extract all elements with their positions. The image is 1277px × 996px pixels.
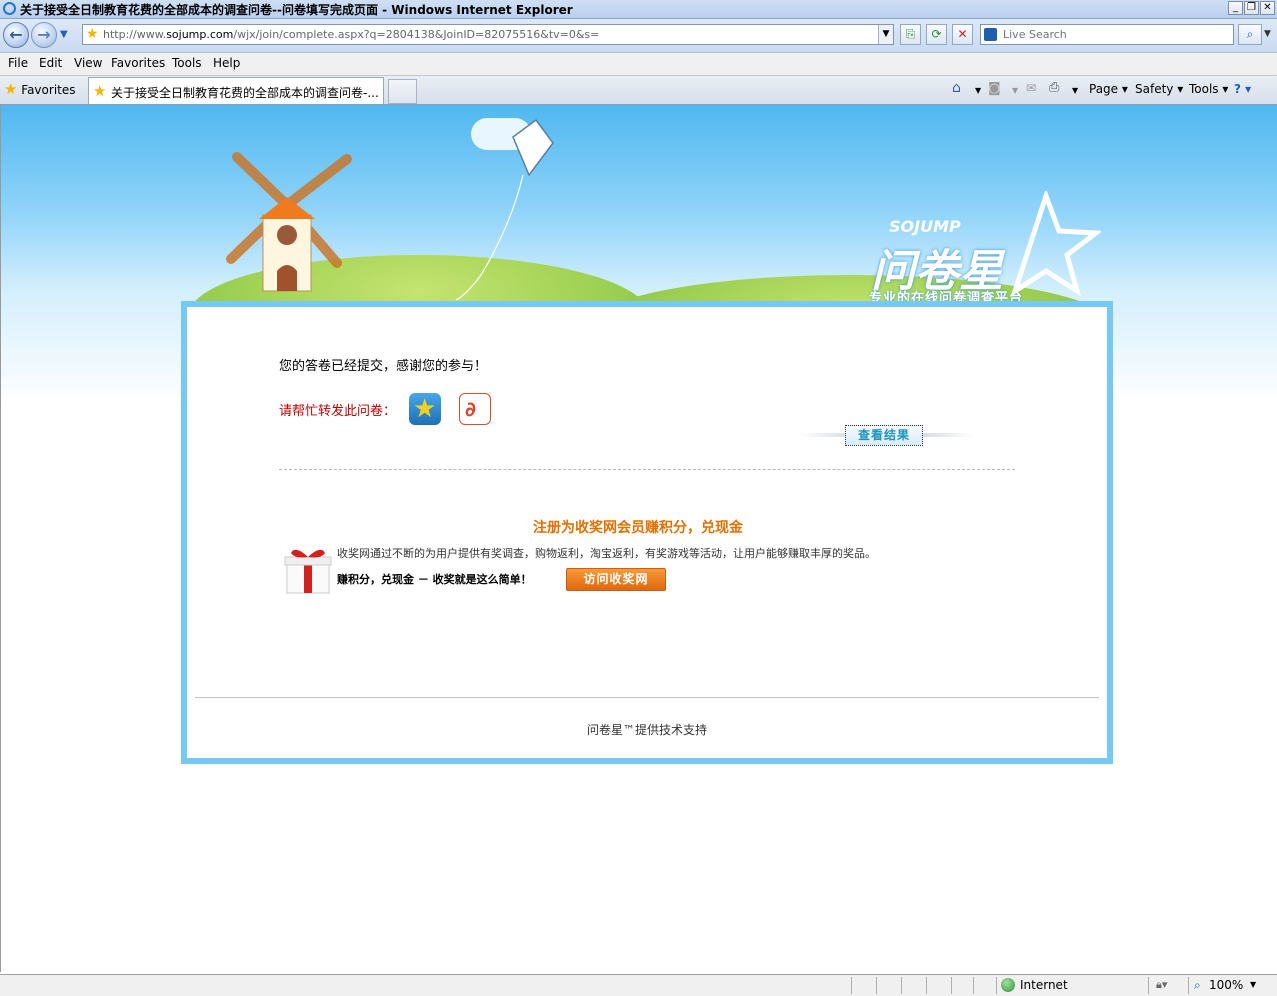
gift-box-icon: [284, 549, 332, 594]
home-icon[interactable]: ⌂: [952, 80, 961, 96]
address-dropdown-icon[interactable]: ▼: [878, 25, 893, 44]
promo-slogan: 赚积分，兑现金 － 收奖就是这么简单！: [337, 573, 532, 586]
completion-card: 您的答卷已经提交，感谢您的参与！ 请帮忙转发此问卷： ★ ∂ 查看结果 注册为收…: [181, 301, 1113, 764]
menu-tools[interactable]: Tools: [172, 56, 202, 70]
refresh-button[interactable]: ⟳: [926, 24, 947, 45]
zoom-icon: ⌕: [1194, 978, 1201, 992]
favorites-button[interactable]: ★ Favorites: [4, 80, 76, 98]
search-icon[interactable]: ⌕: [1238, 24, 1262, 45]
status-bar: Internet 🔒︎▾ ⌕ 100% ▼: [0, 974, 1277, 996]
address-url[interactable]: http://www.sojump.com/wjx/join/complete.…: [103, 28, 599, 41]
tab-active[interactable]: ★ 关于接受全日制教育花费的全部成本的调查问卷-...: [88, 77, 384, 104]
compatibility-view-button[interactable]: ⎘: [900, 24, 921, 45]
promo-title: 注册为收奖网会员赚积分，兑现金: [533, 520, 743, 536]
menu-favorites[interactable]: Favorites: [111, 56, 165, 70]
recent-pages-dropdown-icon[interactable]: ▼: [60, 29, 68, 40]
weibo-share-icon[interactable]: ∂: [459, 393, 491, 425]
forward-button[interactable]: →: [31, 22, 57, 48]
window-title-bar: 关于接受全日制教育花费的全部成本的调查问卷--问卷填写完成页面 - Window…: [0, 0, 1277, 19]
share-label: 请帮忙转发此问卷：: [279, 404, 397, 419]
menu-view[interactable]: View: [74, 56, 102, 70]
page-menu[interactable]: Page ▾: [1089, 82, 1128, 96]
back-button[interactable]: ←: [3, 22, 29, 48]
minimize-button[interactable]: _: [1228, 1, 1243, 15]
web-page: SOJUMP 问卷星 专业的在线问卷调查平台 您的答卷已经提交，感谢您的参与！ …: [0, 105, 1277, 972]
status-separator: [926, 977, 927, 994]
tab-bar: ★ Favorites ★ 关于接受全日制教育花费的全部成本的调查问卷-... …: [0, 76, 1277, 105]
help-menu[interactable]: ? ▾: [1234, 82, 1251, 96]
footer-divider: [195, 697, 1099, 698]
stop-button[interactable]: ✕: [952, 24, 973, 45]
status-separator: [1188, 977, 1189, 994]
windmill-illustration: [226, 152, 352, 292]
star-icon: ★: [413, 394, 437, 424]
view-results-button[interactable]: 查看结果: [845, 425, 923, 446]
menu-file[interactable]: File: [8, 56, 28, 70]
status-separator: [851, 977, 852, 994]
footer-credit: 问卷星™提供技术支持: [586, 723, 707, 737]
print-icon[interactable]: ⎙: [1049, 80, 1059, 95]
feeds-icon[interactable]: ◙: [988, 81, 1001, 96]
internet-zone-globe-icon: [1001, 978, 1015, 992]
favorites-star-icon: ★: [4, 80, 18, 98]
tools-menu[interactable]: Tools ▾: [1189, 82, 1228, 96]
menu-edit[interactable]: Edit: [39, 56, 62, 70]
status-separator: [901, 977, 902, 994]
search-options-dropdown-icon[interactable]: ▼: [1264, 29, 1271, 39]
protected-mode-lock-icon[interactable]: 🔒︎▾: [1156, 978, 1167, 992]
live-search-logo-icon: [984, 28, 997, 41]
visit-site-button[interactable]: 访问收奖网: [566, 568, 666, 591]
divider: [279, 469, 1015, 470]
new-tab-button[interactable]: [388, 79, 417, 104]
status-separator: [951, 977, 952, 994]
close-window-button[interactable]: ✕: [1260, 1, 1275, 15]
status-separator: [876, 977, 877, 994]
brand-logo-latin: SOJUMP: [889, 217, 961, 236]
navigation-bar: ← → ▼ ★ http://www.sojump.com/wjx/join/c…: [0, 19, 1277, 53]
address-bar[interactable]: ★ http://www.sojump.com/wjx/join/complet…: [82, 24, 894, 45]
search-input[interactable]: [1001, 27, 1233, 42]
security-zone-label[interactable]: Internet: [1020, 978, 1068, 992]
window-title: 关于接受全日制教育花费的全部成本的调查问卷--问卷填写完成页面 - Window…: [20, 3, 573, 17]
print-dropdown-icon[interactable]: ▼: [1072, 86, 1078, 95]
safety-menu[interactable]: Safety ▾: [1135, 82, 1183, 96]
home-dropdown-icon[interactable]: ▼: [975, 86, 981, 95]
ie-logo-icon: [3, 2, 16, 15]
qzone-share-icon[interactable]: ★: [409, 393, 441, 425]
zoom-dropdown-icon[interactable]: ▼: [1250, 980, 1256, 989]
status-separator: [1148, 977, 1149, 994]
zoom-level[interactable]: 100%: [1209, 978, 1243, 992]
search-box[interactable]: [980, 24, 1234, 45]
status-separator: [973, 977, 974, 994]
read-mail-icon[interactable]: ✉: [1026, 81, 1036, 95]
feeds-dropdown-icon[interactable]: ▼: [1012, 86, 1018, 95]
menu-help[interactable]: Help: [213, 56, 240, 70]
kite-illustration: [455, 118, 554, 301]
thanks-message: 您的答卷已经提交，感谢您的参与！: [279, 359, 488, 374]
promo-description: 收奖网通过不断的为用户提供有奖调查，购物返利，淘宝返利，有奖游戏等活动，让用户能…: [337, 547, 876, 560]
tab-title: 关于接受全日制教育花费的全部成本的调查问卷-...: [111, 86, 379, 100]
favorite-star-icon: ★: [86, 26, 99, 42]
status-separator: [996, 977, 997, 994]
menu-bar: File Edit View Favorites Tools Help: [0, 53, 1277, 76]
restore-button[interactable]: ❐: [1244, 1, 1259, 15]
logo-star-icon: [1010, 191, 1101, 297]
weibo-logo-icon: ∂: [465, 397, 476, 421]
page-favicon-icon: ★: [93, 82, 107, 100]
